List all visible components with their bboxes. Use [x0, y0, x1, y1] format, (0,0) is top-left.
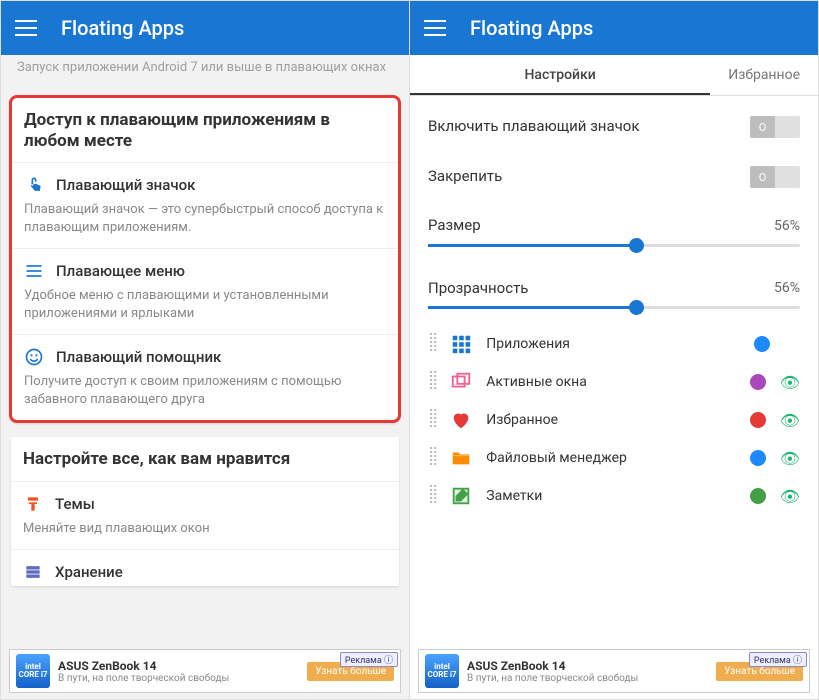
app-title: Floating Apps — [470, 16, 593, 40]
setting-pin-label: Закрепить — [428, 167, 502, 187]
item-label: Избранное — [486, 412, 735, 428]
appbar: Floating Apps — [410, 1, 818, 55]
prev-section-note: Запуск приложении Android 7 или выше в п… — [1, 55, 409, 89]
paint-icon — [23, 494, 43, 514]
ad-banner[interactable]: intel CORE i7 ASUS ZenBook 14 В пути, на… — [9, 649, 401, 693]
row-themes[interactable]: Темы Меняйте вид плавающих окон — [11, 481, 399, 550]
face-icon — [24, 347, 44, 367]
row-floating-menu-label: Плавающее меню — [56, 262, 185, 280]
touch-icon — [24, 175, 44, 195]
slider-opacity[interactable] — [428, 306, 800, 309]
ad-title: ASUS ZenBook 14 — [467, 659, 708, 673]
list-item[interactable]: ⠿⠿ Избранное 👁 — [410, 401, 818, 439]
toggle-enable-icon[interactable]: O — [750, 116, 800, 138]
content-right: Настройки Избранное Включить плавающий з… — [410, 55, 818, 699]
row-floating-icon-label: Плавающий значок — [56, 176, 195, 194]
drag-handle-icon[interactable]: ⠿⠿ — [428, 412, 436, 429]
slider-size[interactable] — [428, 244, 800, 247]
toggle-pin[interactable]: O — [750, 166, 800, 188]
drag-handle-icon[interactable]: ⠿⠿ — [428, 450, 436, 467]
section-customize: Настройте все, как вам нравится Темы Мен… — [11, 437, 399, 586]
slider-size-value: 56% — [774, 218, 800, 234]
drag-handle-icon[interactable]: ⠿⠿ — [428, 488, 436, 505]
appbar: Floating Apps — [1, 1, 409, 55]
item-label: Заметки — [486, 488, 735, 504]
eye-icon[interactable]: 👁 — [780, 373, 800, 392]
ad-banner[interactable]: intel CORE i7 ASUS ZenBook 14 В пути, на… — [418, 649, 810, 693]
ad-title: ASUS ZenBook 14 — [58, 659, 299, 673]
color-dot[interactable] — [750, 412, 766, 428]
item-label: Приложения — [486, 336, 740, 352]
content-left: Запуск приложении Android 7 или выше в п… — [1, 55, 409, 699]
section-access: Доступ к плавающим приложениям в любом м… — [9, 95, 401, 424]
screenshot-right: Floating Apps Настройки Избранное Включи… — [409, 1, 818, 699]
ad-tag: Реклама ⓘ — [340, 652, 398, 667]
storage-icon — [23, 562, 43, 582]
row-floating-helper[interactable]: Плавающий помощник Получите доступ к сво… — [12, 334, 398, 420]
toggle-knob: O — [750, 116, 775, 138]
screenshot-left: Floating Apps Запуск приложении Android … — [1, 1, 409, 699]
list-item[interactable]: ⠿⠿ Файловый менеджер 👁 — [410, 439, 818, 477]
row-floating-helper-label: Плавающий помощник — [56, 348, 221, 366]
section-access-title: Доступ к плавающим приложениям в любом м… — [12, 98, 398, 163]
ad-tag: Реклама ⓘ — [749, 652, 807, 667]
item-list: ⠿⠿ Приложения ⠿⠿ Активные окна 👁 ⠿⠿ Избранное 👁… — [410, 321, 818, 571]
setting-pin[interactable]: Закрепить O — [410, 152, 818, 202]
eye-icon[interactable]: 👁 — [780, 487, 800, 506]
tabs: Настройки Избранное — [410, 55, 818, 96]
slider-thumb[interactable] — [629, 300, 644, 315]
item-icon — [450, 485, 472, 507]
setting-enable-icon[interactable]: Включить плавающий значок O — [410, 102, 818, 152]
ad-sub: В пути, на поле творческой свободы — [58, 673, 299, 684]
setting-enable-icon-label: Включить плавающий значок — [428, 117, 639, 137]
item-icon — [450, 447, 472, 469]
app-title: Floating Apps — [61, 16, 184, 40]
list-item[interactable]: ⠿⠿ Приложения — [410, 325, 818, 363]
slider-opacity-label: Прозрачность — [428, 279, 528, 299]
row-floating-helper-desc: Получите доступ к своим приложениям с по… — [24, 373, 386, 408]
ad-sub: В пути, на поле творческой свободы — [467, 673, 708, 684]
drag-handle-icon[interactable]: ⠿⠿ — [428, 374, 436, 391]
toggle-knob: O — [750, 166, 775, 188]
ad-chip: intel CORE i7 — [16, 654, 50, 688]
list-item[interactable]: ⠿⠿ Заметки 👁 — [410, 477, 818, 515]
drag-handle-icon[interactable]: ⠿⠿ — [428, 336, 436, 353]
slider-thumb[interactable] — [629, 238, 644, 253]
hamburger-icon[interactable] — [424, 20, 446, 36]
row-floating-menu-desc: Удобное меню с плавающими и установленны… — [24, 287, 386, 322]
color-dot[interactable] — [750, 450, 766, 466]
row-storage[interactable]: Хранение — [11, 549, 399, 586]
row-floating-icon-desc: Плавающий значок — это супербыстрый спос… — [24, 201, 386, 236]
item-label: Активные окна — [486, 374, 735, 390]
color-dot[interactable] — [750, 488, 766, 504]
color-dot[interactable] — [750, 374, 766, 390]
slider-opacity-value: 56% — [774, 280, 800, 296]
row-floating-icon[interactable]: Плавающий значок Плавающий значок — это … — [12, 162, 398, 248]
color-dot[interactable] — [754, 336, 770, 352]
row-themes-desc: Меняйте вид плавающих окон — [23, 520, 387, 538]
eye-icon[interactable]: 👁 — [780, 411, 800, 430]
item-icon — [450, 371, 472, 393]
row-storage-label: Хранение — [55, 563, 123, 581]
slider-size-label: Размер — [428, 216, 481, 236]
row-themes-label: Темы — [55, 495, 95, 513]
item-label: Файловый менеджер — [486, 450, 735, 466]
tab-settings[interactable]: Настройки — [410, 55, 710, 95]
menu-lines-icon — [24, 261, 44, 281]
ad-chip: intel CORE i7 — [425, 654, 459, 688]
row-floating-menu[interactable]: Плавающее меню Удобное меню с плавающими… — [12, 248, 398, 334]
item-icon — [450, 409, 472, 431]
eye-icon[interactable]: 👁 — [780, 449, 800, 468]
hamburger-icon[interactable] — [15, 20, 37, 36]
list-item[interactable]: ⠿⠿ Активные окна 👁 — [410, 363, 818, 401]
section-customize-title: Настройте все, как вам нравится — [11, 437, 399, 480]
tab-favorites[interactable]: Избранное — [710, 55, 818, 95]
item-icon — [450, 333, 472, 355]
